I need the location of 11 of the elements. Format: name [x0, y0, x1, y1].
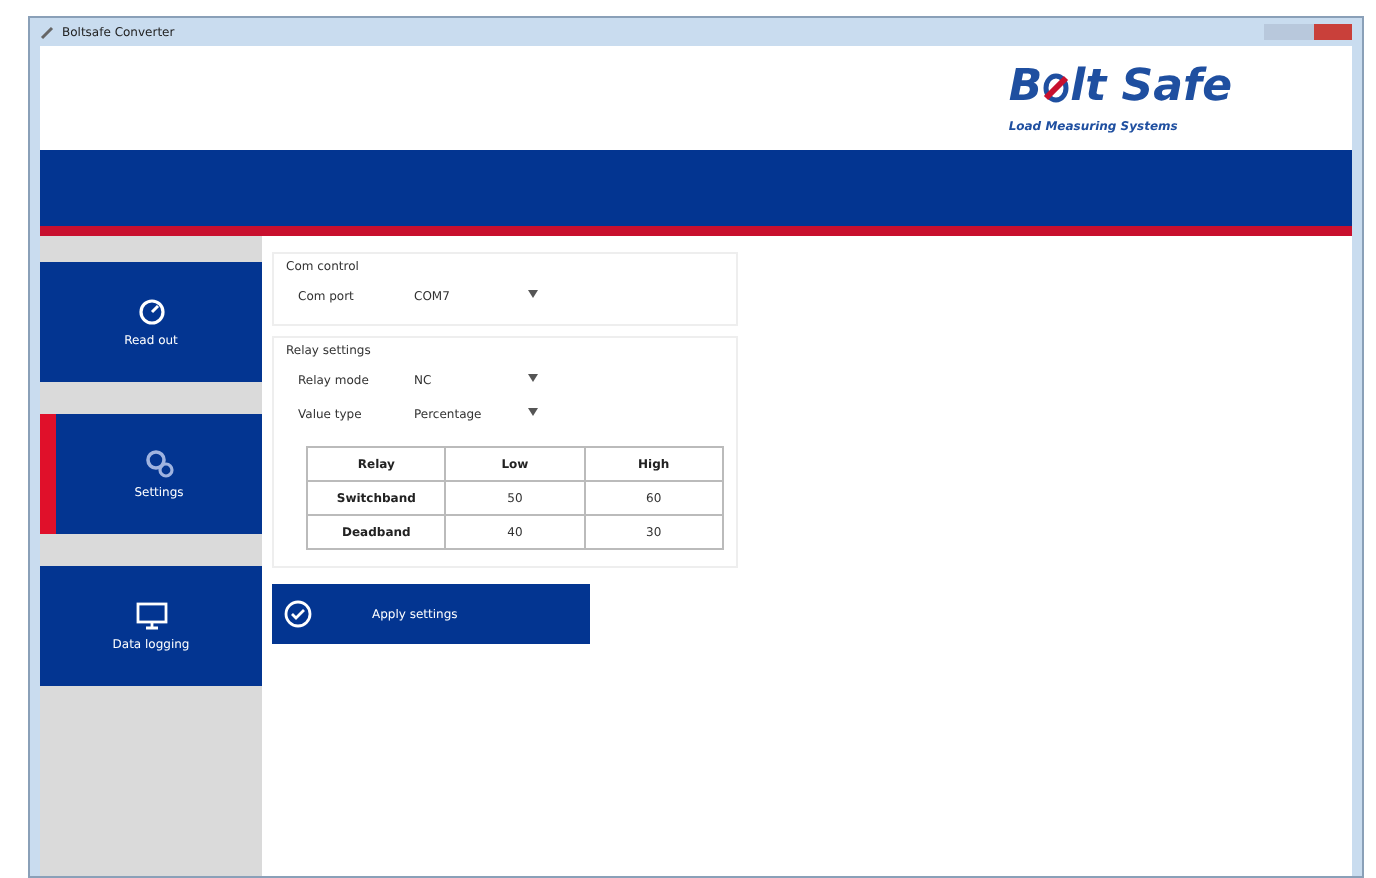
brand-logo: B lt Safe: [1008, 62, 1232, 112]
app-icon: [40, 25, 54, 39]
window-controls-icon[interactable]: [1264, 22, 1352, 42]
check-circle-icon: [284, 600, 312, 628]
bolt-icon: [1042, 69, 1071, 105]
gauge-icon: [137, 297, 165, 325]
caret-icon: [528, 374, 538, 382]
monitor-icon: [135, 601, 167, 629]
caret-icon: [528, 290, 538, 298]
caret-icon: [528, 408, 538, 416]
gears-icon: [143, 449, 175, 477]
